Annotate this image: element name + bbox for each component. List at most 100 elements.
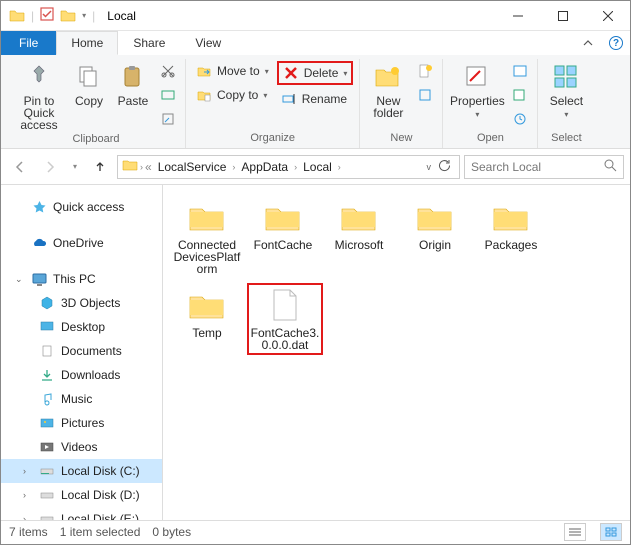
cube-icon bbox=[39, 295, 55, 311]
qat-checkbox-icon[interactable] bbox=[40, 7, 54, 24]
folder-item[interactable]: Connected DevicesPlatform bbox=[171, 195, 243, 279]
maximize-button[interactable] bbox=[540, 1, 585, 31]
paste-button[interactable]: Paste bbox=[113, 59, 153, 107]
address-dropdown-icon[interactable]: v bbox=[427, 162, 432, 172]
pictures-icon bbox=[39, 415, 55, 431]
sidebar-item-3d-objects[interactable]: 3D Objects bbox=[1, 291, 162, 315]
documents-icon bbox=[39, 343, 55, 359]
sidebar-item-local-disk-d[interactable]: ›Local Disk (D:) bbox=[1, 483, 162, 507]
file-view[interactable]: Connected DevicesPlatform FontCache Micros… bbox=[163, 185, 630, 520]
details-view-button[interactable] bbox=[564, 523, 586, 541]
folder-item[interactable]: Origin bbox=[399, 195, 471, 279]
copy-path-button[interactable] bbox=[157, 85, 179, 105]
crumb-local[interactable]: Local bbox=[299, 160, 336, 174]
cloud-icon bbox=[31, 235, 47, 251]
rename-button[interactable]: Rename bbox=[277, 89, 354, 109]
refresh-button[interactable] bbox=[433, 158, 455, 175]
forward-button[interactable] bbox=[37, 154, 63, 180]
crumb-appdata[interactable]: AppData bbox=[237, 160, 292, 174]
address-bar: ▾ › « LocalService› AppData› Local› v Se… bbox=[1, 149, 630, 185]
copy-button[interactable]: Copy bbox=[69, 59, 109, 107]
back-button[interactable] bbox=[7, 154, 33, 180]
new-folder-button[interactable]: New folder bbox=[366, 59, 410, 119]
status-bar: 7 items 1 item selected 0 bytes bbox=[1, 520, 630, 542]
selected-size: 0 bytes bbox=[152, 525, 191, 539]
sidebar-this-pc[interactable]: ⌄This PC bbox=[1, 267, 162, 291]
folder-item[interactable]: Temp bbox=[171, 283, 243, 355]
paste-icon bbox=[117, 61, 149, 93]
close-button[interactable] bbox=[585, 1, 630, 31]
new-item-button[interactable] bbox=[414, 61, 436, 81]
folder-item[interactable]: Microsoft bbox=[323, 195, 395, 279]
sidebar-quick-access[interactable]: Quick access bbox=[1, 195, 162, 219]
properties-button[interactable]: Properties▾ bbox=[449, 59, 505, 121]
large-icons-view-button[interactable] bbox=[600, 523, 622, 541]
file-label: Packages bbox=[485, 239, 538, 251]
copy-to-icon bbox=[196, 87, 212, 103]
edit-button[interactable] bbox=[509, 85, 531, 105]
sidebar-item-documents[interactable]: Documents bbox=[1, 339, 162, 363]
drive-icon bbox=[39, 487, 55, 503]
qat-separator: | bbox=[31, 9, 34, 23]
rename-icon bbox=[281, 91, 297, 107]
pin-to-quick-access-button[interactable]: Pin to Quick access bbox=[13, 59, 65, 131]
crumb-localservice[interactable]: LocalService bbox=[154, 160, 231, 174]
ribbon-tabs: File Home Share View ? bbox=[1, 31, 630, 55]
minimize-ribbon-button[interactable] bbox=[574, 31, 602, 55]
sidebar-item-music[interactable]: Music bbox=[1, 387, 162, 411]
star-icon bbox=[31, 199, 47, 215]
view-tab[interactable]: View bbox=[180, 31, 236, 55]
downloads-icon bbox=[39, 367, 55, 383]
search-input[interactable]: Search Local bbox=[464, 155, 624, 179]
help-button[interactable]: ? bbox=[602, 31, 630, 55]
select-icon bbox=[550, 61, 582, 93]
folder-icon bbox=[9, 8, 25, 24]
desktop-icon bbox=[39, 319, 55, 335]
sidebar-onedrive[interactable]: OneDrive bbox=[1, 231, 162, 255]
sidebar-item-desktop[interactable]: Desktop bbox=[1, 315, 162, 339]
folder-icon bbox=[489, 199, 533, 237]
paste-shortcut-button[interactable] bbox=[157, 109, 179, 129]
copy-to-button[interactable]: Copy to▾ bbox=[192, 85, 273, 105]
file-label: Temp bbox=[192, 327, 221, 339]
properties-icon bbox=[461, 61, 493, 93]
new-group: New folder New bbox=[360, 59, 443, 148]
navigation-pane[interactable]: Quick access OneDrive ⌄This PC 3D Object… bbox=[1, 185, 163, 520]
cut-button[interactable] bbox=[157, 61, 179, 81]
history-button[interactable] bbox=[509, 109, 531, 129]
folder-icon bbox=[185, 287, 229, 325]
open-button[interactable] bbox=[509, 61, 531, 81]
pin-icon bbox=[23, 61, 55, 93]
select-button[interactable]: Select▾ bbox=[544, 59, 588, 121]
this-pc-icon bbox=[31, 271, 47, 287]
folder-icon bbox=[60, 8, 76, 24]
sidebar-item-pictures[interactable]: Pictures bbox=[1, 411, 162, 435]
move-to-icon bbox=[196, 63, 212, 79]
share-tab[interactable]: Share bbox=[118, 31, 180, 55]
folder-item[interactable]: FontCache bbox=[247, 195, 319, 279]
open-group: Properties▾ Open bbox=[443, 59, 538, 148]
folder-icon bbox=[122, 157, 138, 176]
move-to-button[interactable]: Move to▾ bbox=[192, 61, 273, 81]
file-label: Microsoft bbox=[335, 239, 384, 251]
folder-item[interactable]: Packages bbox=[475, 195, 547, 279]
sidebar-item-downloads[interactable]: Downloads bbox=[1, 363, 162, 387]
minimize-button[interactable] bbox=[495, 1, 540, 31]
recent-locations-button[interactable]: ▾ bbox=[67, 154, 83, 180]
file-tab[interactable]: File bbox=[1, 31, 56, 55]
file-item[interactable]: FontCache3.0.0.0.dat bbox=[247, 283, 323, 355]
breadcrumb[interactable]: › « LocalService› AppData› Local› v bbox=[117, 155, 460, 179]
sidebar-item-local-disk-c[interactable]: ›Local Disk (C:) bbox=[1, 459, 162, 483]
body: Quick access OneDrive ⌄This PC 3D Object… bbox=[1, 185, 630, 520]
search-placeholder: Search Local bbox=[471, 160, 598, 174]
sidebar-item-local-disk-e[interactable]: ›Local Disk (E:) bbox=[1, 507, 162, 520]
home-tab[interactable]: Home bbox=[56, 31, 118, 55]
file-label: FontCache bbox=[254, 239, 313, 251]
sidebar-item-videos[interactable]: Videos bbox=[1, 435, 162, 459]
up-button[interactable] bbox=[87, 154, 113, 180]
search-icon bbox=[604, 159, 617, 175]
delete-button[interactable]: Delete▾ bbox=[277, 61, 354, 85]
easy-access-button[interactable] bbox=[414, 85, 436, 105]
help-icon: ? bbox=[609, 36, 623, 50]
qat-dropdown-icon[interactable]: ▾ bbox=[82, 11, 86, 20]
